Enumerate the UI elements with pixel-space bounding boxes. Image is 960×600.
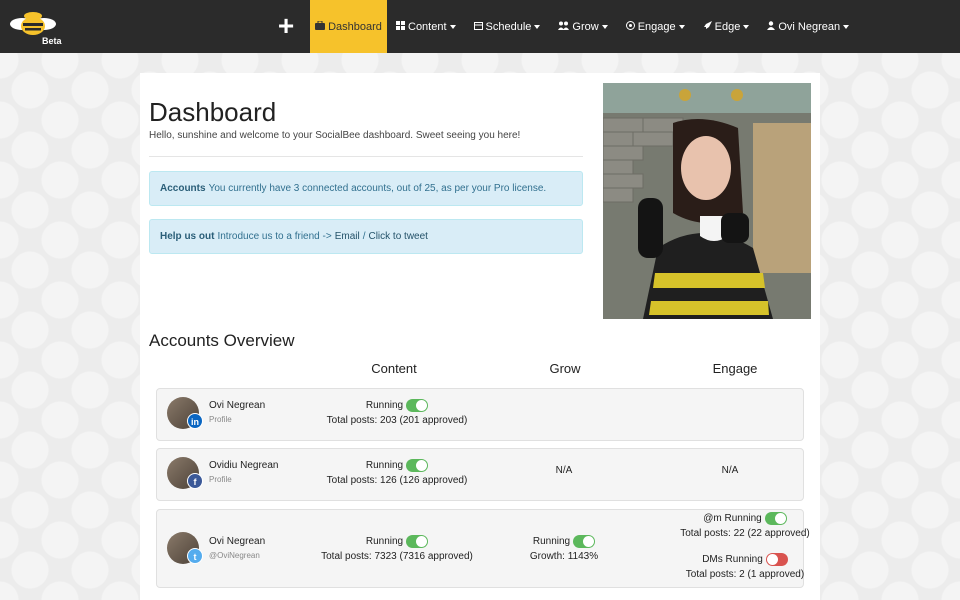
grow-detail: Growth: 1143% — [529, 551, 599, 562]
at-icon — [625, 20, 635, 33]
chevron-down-icon — [534, 24, 541, 29]
nav-content-label: Content — [408, 20, 447, 33]
column-header-grow: Grow — [549, 361, 581, 376]
engage-cell: @m Running Total posts: 22 (22 approved)… — [645, 512, 845, 580]
users-icon — [558, 21, 570, 33]
grow-toggle[interactable] — [573, 535, 596, 548]
accounts-overview-title: Accounts Overview — [149, 331, 295, 350]
rocket-icon — [703, 20, 712, 33]
account-row: t Ovi Negrean @OviNegrean Running Total … — [156, 509, 810, 588]
content-cell: Running Total posts: 203 (201 approved) — [297, 399, 497, 426]
grow-status: Running — [532, 536, 571, 547]
account-type: Profile — [209, 415, 232, 424]
content-toggle[interactable] — [406, 399, 429, 412]
content-posts: Total posts: 203 (201 approved) — [326, 415, 468, 426]
linkedin-icon: in — [187, 413, 203, 429]
column-header-content: Content — [371, 361, 417, 376]
chevron-down-icon — [601, 24, 608, 29]
column-header-engage: Engage — [712, 361, 758, 376]
account-name[interactable]: Ovi Negrean — [209, 536, 265, 547]
dms-posts: Total posts: 2 (1 approved) — [685, 569, 805, 580]
nav-content[interactable]: Content — [387, 0, 465, 53]
nav-engage-label: Engage — [637, 20, 676, 33]
link-separator: / — [362, 231, 366, 242]
account-type: Profile — [209, 475, 232, 484]
accounts-alert-text: You currently have 3 connected accounts,… — [208, 183, 547, 194]
nav-schedule-label: Schedule — [485, 20, 532, 33]
beta-badge: Beta — [42, 36, 62, 46]
accounts-alert: Accounts You currently have 3 connected … — [149, 171, 583, 206]
add-post-button[interactable]: + — [272, 9, 300, 43]
content-status: Running — [365, 400, 404, 411]
account-row: f Ovidiu Negrean Profile Running Total p… — [156, 448, 804, 501]
user-icon — [767, 20, 776, 33]
twitter-icon: t — [187, 548, 203, 564]
nav-dashboard-label: Dashboard — [328, 20, 382, 33]
account-handle: @OviNegrean — [209, 551, 260, 560]
nav-edge[interactable]: Edge — [694, 0, 759, 53]
nav-user-menu[interactable]: Ovi Negrean — [758, 0, 858, 53]
page-title: Dashboard — [149, 97, 277, 127]
nav-engage[interactable]: Engage — [617, 0, 694, 53]
dms-toggle[interactable] — [765, 553, 788, 566]
nav-edge-label: Edge — [714, 20, 741, 33]
welcome-text: Hello, sunshine and welcome to your Soci… — [149, 130, 521, 141]
accounts-alert-label: Accounts — [160, 183, 206, 194]
help-alert: Help us out Introduce us to a friend -> … — [149, 219, 583, 254]
engage-cell: N/A — [721, 465, 739, 476]
welcome-photo — [603, 83, 811, 319]
dashboard-card: Dashboard Hello, sunshine and welcome to… — [140, 73, 820, 600]
dms-status: DMs Running — [702, 554, 763, 565]
grid-icon — [396, 20, 405, 33]
tweet-link[interactable]: Click to tweet — [368, 231, 427, 242]
briefcase-icon — [315, 20, 326, 33]
grow-cell: Running Growth: 1143% — [464, 535, 664, 562]
account-name[interactable]: Ovi Negrean — [209, 400, 265, 411]
chevron-down-icon — [678, 24, 685, 29]
nav-grow[interactable]: Grow — [549, 0, 616, 53]
chevron-down-icon — [743, 24, 750, 29]
mentions-toggle[interactable] — [764, 512, 787, 525]
account-name[interactable]: Ovidiu Negrean — [209, 460, 278, 471]
content-status: Running — [365, 536, 404, 547]
account-row: in Ovi Negrean Profile Running Total pos… — [156, 388, 804, 441]
mentions-posts: Total posts: 22 (22 approved) — [680, 528, 810, 539]
help-alert-label: Help us out — [160, 231, 215, 242]
chevron-down-icon — [449, 24, 456, 29]
help-alert-text: Introduce us to a friend -> — [217, 231, 332, 242]
nav-schedule[interactable]: Schedule — [465, 0, 550, 53]
email-link[interactable]: Email — [335, 231, 360, 242]
content-status: Running — [365, 460, 404, 471]
nav-dashboard[interactable]: Dashboard — [310, 0, 387, 53]
facebook-icon: f — [187, 473, 203, 489]
content-toggle[interactable] — [406, 459, 429, 472]
divider — [149, 156, 583, 157]
content-toggle[interactable] — [406, 535, 429, 548]
calendar-icon — [473, 21, 483, 33]
content-posts: Total posts: 126 (126 approved) — [326, 475, 468, 486]
chevron-down-icon — [843, 24, 850, 29]
mentions-status: @m Running — [703, 513, 762, 524]
nav-user-label: Ovi Negrean — [778, 20, 841, 33]
nav-grow-label: Grow — [572, 20, 599, 33]
top-navbar: Beta + Dashboard Content Schedule Grow E… — [0, 0, 960, 53]
